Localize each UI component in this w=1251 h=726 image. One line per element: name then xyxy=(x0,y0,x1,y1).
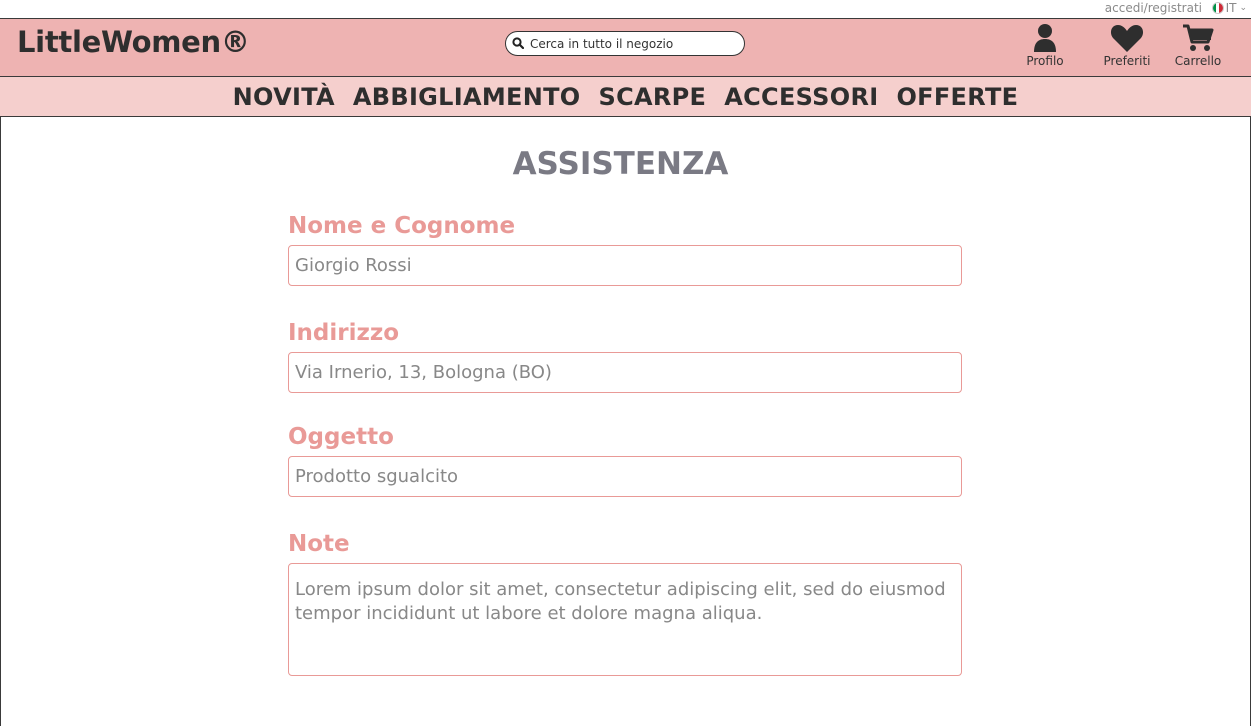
top-utility-bar: accedi/registrati IT ⌄ xyxy=(0,0,1251,19)
name-field[interactable] xyxy=(288,245,962,286)
nav-item-scarpe[interactable]: SCARPE xyxy=(599,83,707,111)
site-header: LittleWomen® Profilo Preferiti Carrello xyxy=(0,19,1251,77)
profile-icon xyxy=(1034,24,1056,52)
address-field[interactable] xyxy=(288,352,962,393)
favorites-label: Preferiti xyxy=(1103,54,1151,68)
login-register-link[interactable]: accedi/registrati xyxy=(1105,1,1202,15)
nav-item-abbigliamento[interactable]: ABBIGLIAMENTO xyxy=(353,83,581,111)
notes-label: Note xyxy=(288,531,350,557)
cart-icon xyxy=(1183,24,1214,51)
search-input[interactable] xyxy=(530,36,730,51)
language-selector[interactable]: IT ⌄ xyxy=(1211,1,1247,15)
nav-item-accessori[interactable]: ACCESSORI xyxy=(724,83,878,111)
main-navigation: NOVITÀ ABBIGLIAMENTO SCARPE ACCESSORI OF… xyxy=(0,77,1251,117)
subject-label: Oggetto xyxy=(288,424,394,450)
chevron-down-icon: ⌄ xyxy=(1239,3,1247,13)
profile-button[interactable]: Profilo xyxy=(1015,23,1075,68)
search-icon xyxy=(512,36,526,51)
notes-textarea[interactable]: Lorem ipsum dolor sit amet, consectetur … xyxy=(288,563,962,676)
language-code: IT xyxy=(1225,1,1237,15)
search-box[interactable] xyxy=(505,31,745,56)
profile-label: Profilo xyxy=(1026,54,1064,68)
address-label: Indirizzo xyxy=(288,320,400,346)
italy-flag-icon xyxy=(1211,2,1224,14)
nav-item-offerte[interactable]: OFFERTE xyxy=(896,83,1018,111)
page-title: ASSISTENZA xyxy=(512,146,729,182)
favorites-button[interactable]: Preferiti xyxy=(1097,23,1157,68)
cart-label: Carrello xyxy=(1174,54,1222,68)
site-logo[interactable]: LittleWomen® xyxy=(17,25,250,59)
cart-button[interactable]: Carrello xyxy=(1168,23,1228,68)
heart-icon xyxy=(1110,25,1144,52)
nav-item-novita[interactable]: NOVITÀ xyxy=(233,83,335,111)
subject-field[interactable] xyxy=(288,456,962,497)
name-label: Nome e Cognome xyxy=(288,213,516,239)
